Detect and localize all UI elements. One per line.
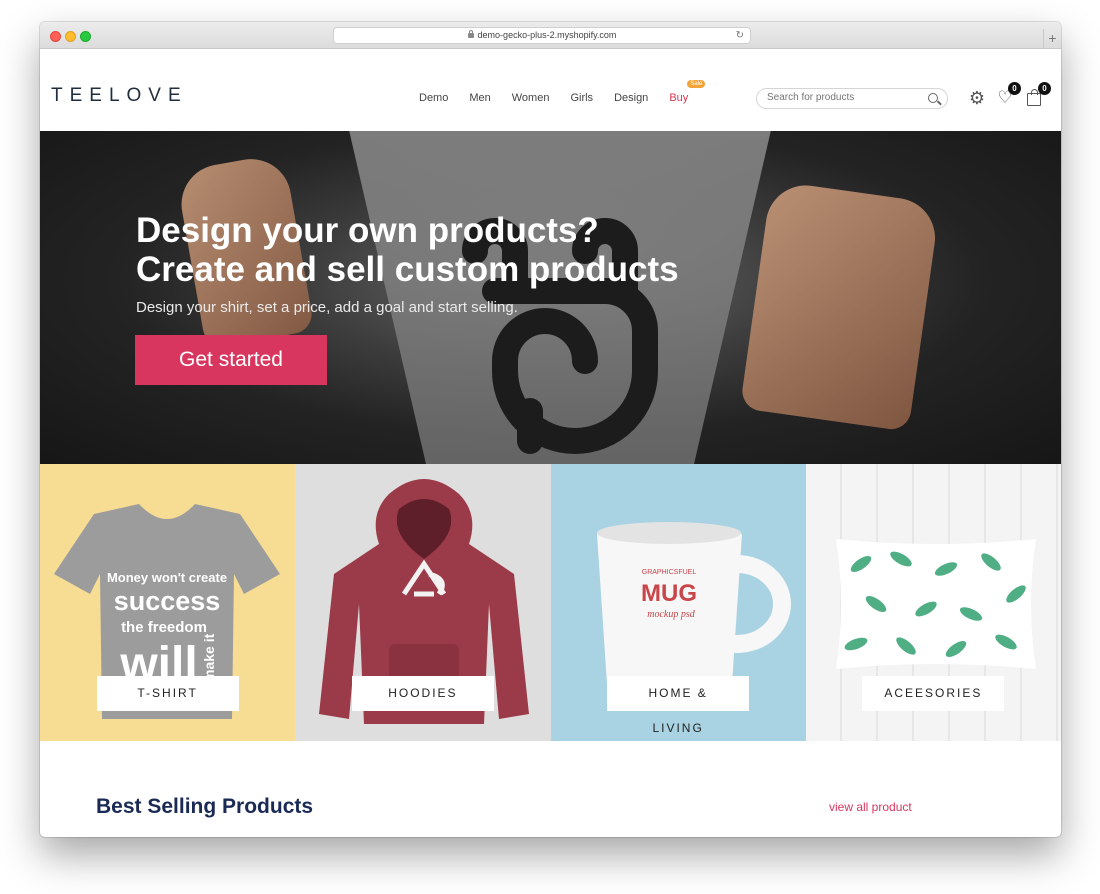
view-all-products-link[interactable]: view all product bbox=[829, 800, 912, 814]
nav-demo[interactable]: Demo bbox=[419, 92, 448, 104]
browser-toolbar: demo-gecko-plus-2.myshopify.com ↻ + bbox=[40, 22, 1061, 49]
category-hoodies[interactable]: HOODIES bbox=[295, 464, 551, 741]
hero-hand-right-graphic bbox=[739, 180, 941, 432]
tee-text-line3: the freedom bbox=[121, 619, 207, 636]
get-started-button[interactable]: Get started bbox=[135, 335, 327, 385]
category-label-accessories[interactable]: ACEESORIES bbox=[862, 676, 1005, 711]
tee-text-line5: make it bbox=[201, 633, 217, 682]
category-home-living[interactable]: GRAPHICSFUEL MUG mockup psd HOME & LIVIN… bbox=[550, 464, 806, 741]
hero-subtitle: Design your shirt, set a price, add a go… bbox=[136, 299, 518, 316]
minimize-window-button[interactable] bbox=[65, 31, 76, 42]
main-nav: Demo Men Women Girls Design Buy Sale bbox=[419, 80, 709, 104]
lock-icon bbox=[467, 30, 474, 38]
category-label-hoodies[interactable]: HOODIES bbox=[351, 676, 494, 711]
category-label-home-living[interactable]: HOME & LIVING bbox=[607, 676, 750, 735]
hero-banner: Design your own products? Create and sel… bbox=[40, 131, 1061, 464]
mug-text-line1: GRAPHICSFUEL bbox=[641, 569, 696, 576]
category-label-tshirt[interactable]: T-SHIRT bbox=[96, 676, 239, 711]
hero-title-line1: Design your own products? bbox=[136, 211, 599, 250]
nav-men[interactable]: Men bbox=[469, 92, 490, 104]
address-bar[interactable]: demo-gecko-plus-2.myshopify.com ↻ bbox=[333, 27, 751, 44]
close-window-button[interactable] bbox=[50, 31, 61, 42]
nav-women[interactable]: Women bbox=[512, 92, 550, 104]
mug-product-image: GRAPHICSFUEL MUG mockup psd bbox=[596, 522, 791, 692]
hero-title: Design your own products? Create and sel… bbox=[136, 211, 679, 289]
settings-gear-icon[interactable]: ⚙ bbox=[967, 88, 987, 108]
browser-window: demo-gecko-plus-2.myshopify.com ↻ + TEEL… bbox=[40, 22, 1061, 837]
search-icon[interactable] bbox=[928, 93, 938, 103]
site-header: TEELOVE Demo Men Women Girls Design Buy S… bbox=[40, 49, 1061, 131]
cart-count-badge: 0 bbox=[1038, 82, 1051, 95]
zoom-window-button[interactable] bbox=[80, 31, 91, 42]
url-text: demo-gecko-plus-2.myshopify.com bbox=[477, 30, 617, 40]
mug-text-line2: MUG bbox=[641, 580, 697, 607]
cart-button[interactable]: 0 bbox=[1025, 82, 1051, 108]
tee-text-line2: success bbox=[114, 586, 221, 616]
category-grid: Money won't create success the freedom w… bbox=[40, 464, 1061, 741]
sale-badge: Sale bbox=[687, 80, 706, 88]
tee-text-line1: Money won't create bbox=[107, 570, 227, 585]
reload-icon[interactable]: ↻ bbox=[736, 28, 744, 43]
wishlist-button[interactable]: ♡ 0 bbox=[995, 82, 1021, 108]
site-logo[interactable]: TEELOVE bbox=[51, 85, 188, 107]
search-box bbox=[756, 88, 948, 109]
hero-title-line2: Create and sell custom products bbox=[136, 250, 679, 289]
nav-design[interactable]: Design bbox=[614, 92, 648, 104]
new-tab-button[interactable]: + bbox=[1043, 29, 1061, 48]
category-accessories[interactable]: ACEESORIES bbox=[805, 464, 1061, 741]
shopping-bag-icon bbox=[1027, 89, 1041, 106]
nav-buy[interactable]: Buy Sale bbox=[669, 80, 706, 104]
mug-text-line3: mockup psd bbox=[647, 609, 695, 620]
category-tshirt[interactable]: Money won't create success the freedom w… bbox=[40, 464, 296, 741]
pillow-product-image bbox=[835, 539, 1036, 669]
wishlist-count-badge: 0 bbox=[1008, 82, 1021, 95]
nav-buy-label: Buy bbox=[669, 92, 689, 104]
search-input[interactable] bbox=[767, 92, 917, 103]
best-selling-title: Best Selling Products bbox=[96, 795, 314, 818]
nav-girls[interactable]: Girls bbox=[570, 92, 593, 104]
